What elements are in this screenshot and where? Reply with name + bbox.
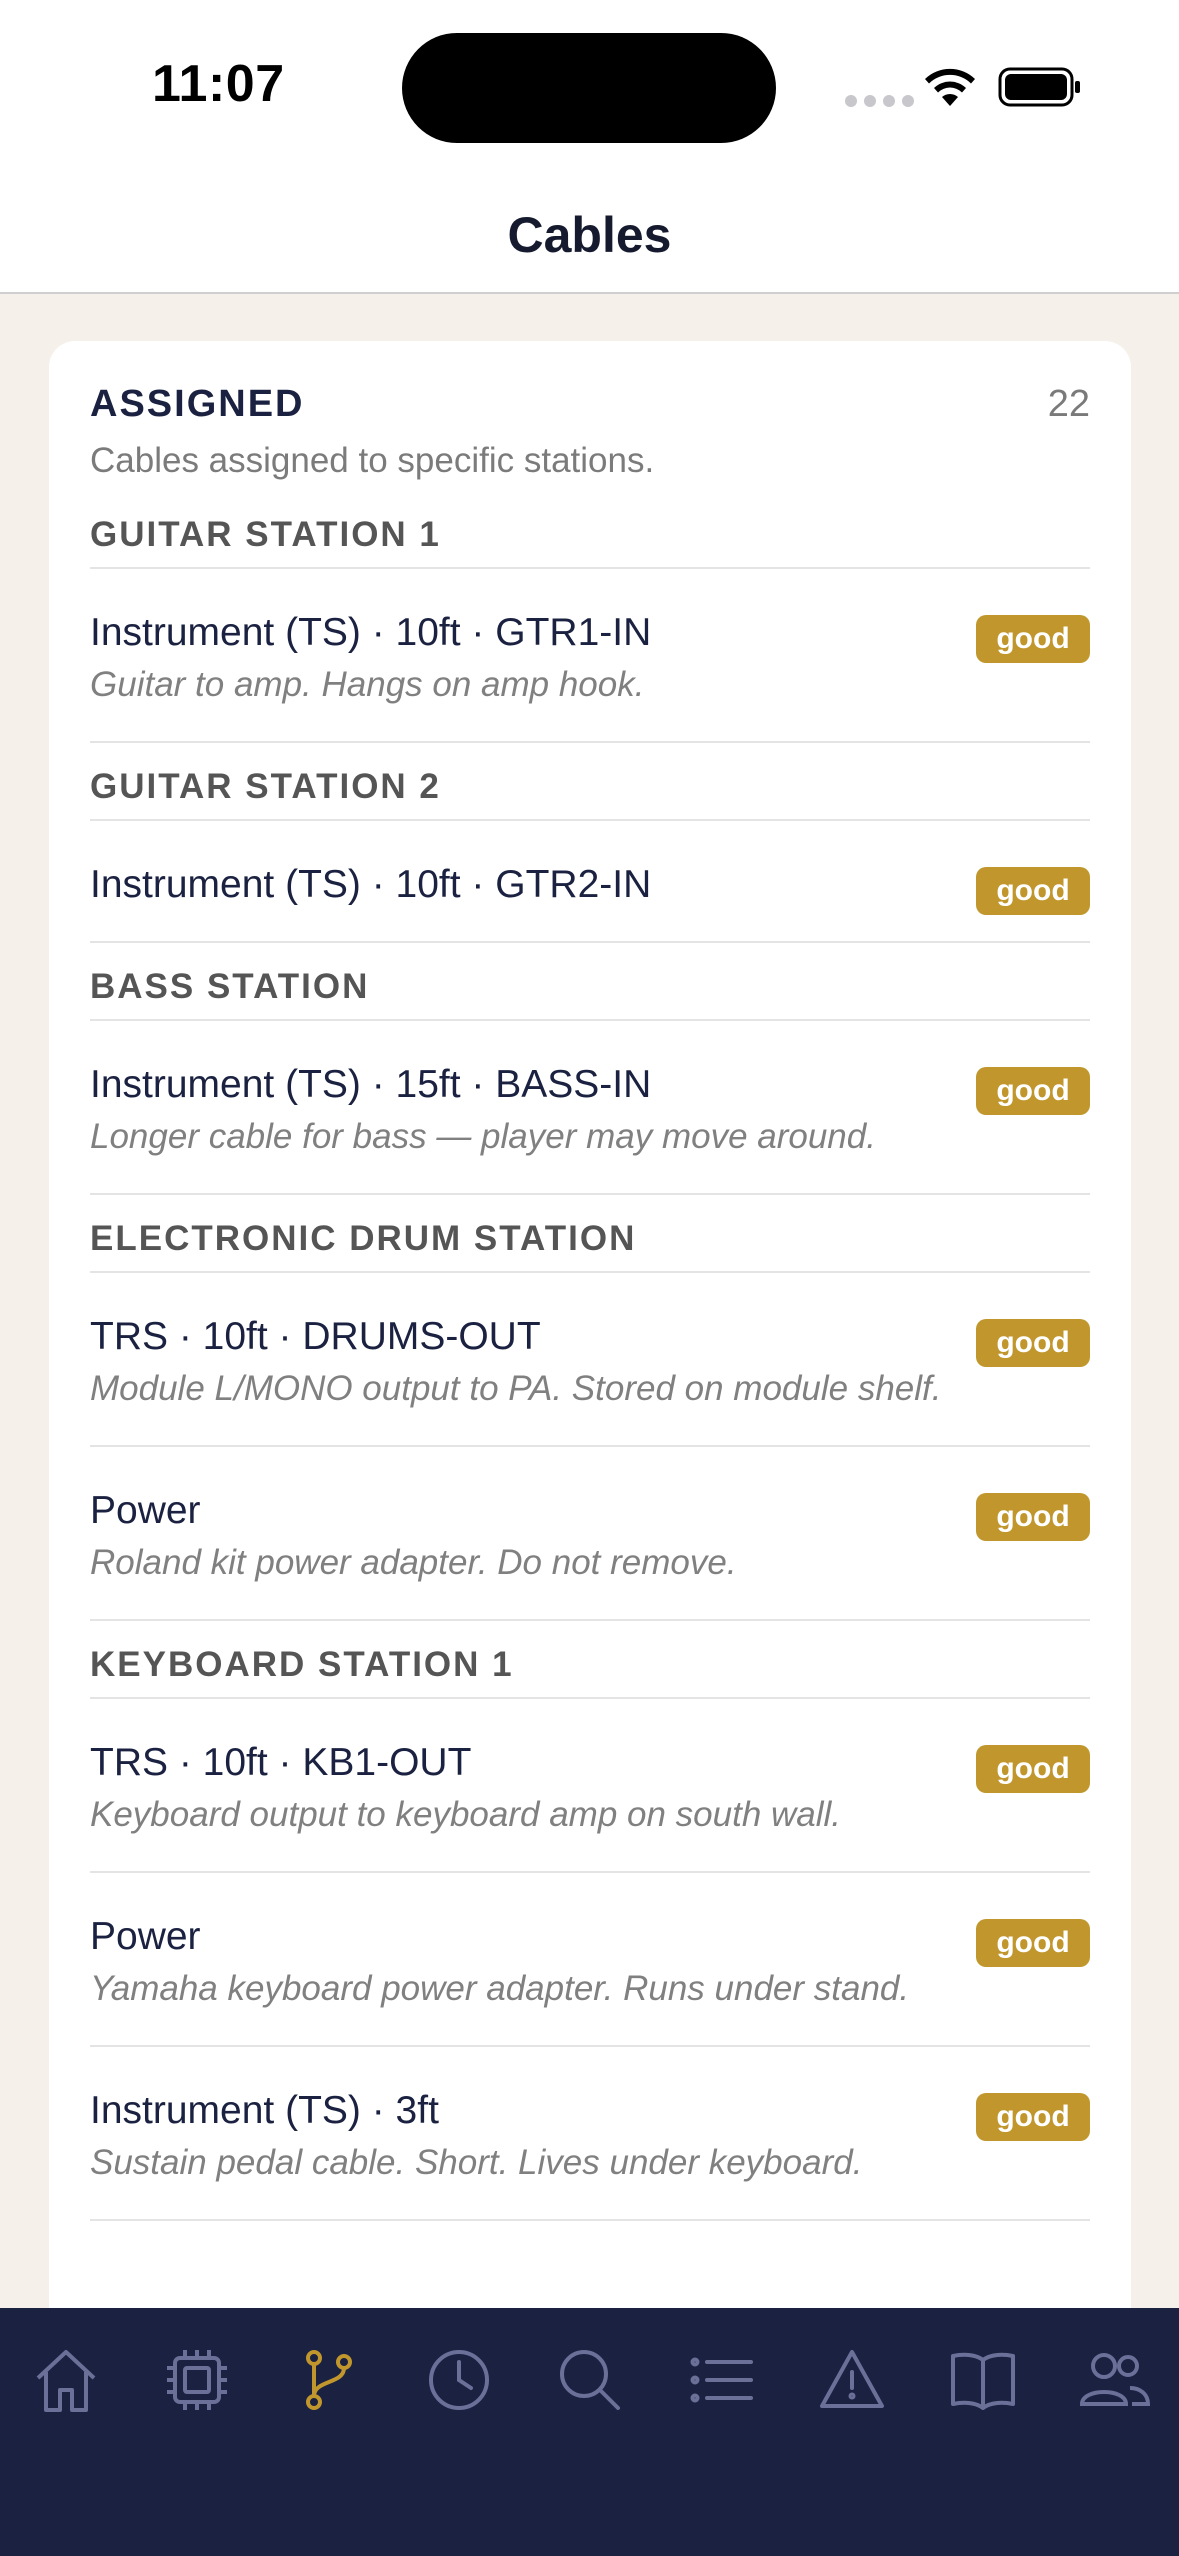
group-title: ELECTRONIC DRUM STATION <box>90 1195 1090 1273</box>
tab-cables[interactable] <box>288 2340 368 2420</box>
cable-item[interactable]: TRS · 10ft · DRUMS-OUT Module L/MONO out… <box>90 1273 1090 1447</box>
tab-list[interactable] <box>681 2340 761 2420</box>
cable-item[interactable]: Power Roland kit power adapter. Do not r… <box>90 1447 1090 1621</box>
clock-icon <box>429 2350 489 2410</box>
status-badge: good <box>976 2093 1090 2141</box>
group-title: GUITAR STATION 1 <box>90 491 1090 569</box>
tab-home[interactable] <box>26 2340 106 2420</box>
cable-title: Instrument (TS) · 10ft · GTR1-IN <box>90 611 652 654</box>
cable-note: Module L/MONO output to PA. Stored on mo… <box>90 1369 942 1408</box>
group-title: KEYBOARD STATION 1 <box>90 1621 1090 1699</box>
search-icon <box>560 2350 620 2410</box>
status-badge: good <box>976 1493 1090 1541</box>
group-title: BASS STATION <box>90 943 1090 1021</box>
people-icon <box>1079 2353 1151 2406</box>
cable-title: Power <box>90 1915 201 1958</box>
status-bar: 11:07 <box>0 0 1179 170</box>
assigned-cables-card: ASSIGNED 22 Cables assigned to specific … <box>49 341 1131 2341</box>
navigation-bar: Cables <box>0 170 1179 294</box>
page-title: Cables <box>507 207 672 263</box>
tab-people[interactable] <box>1074 2340 1154 2420</box>
section-description: Cables assigned to specific stations. <box>90 441 655 480</box>
status-time: 11:07 <box>152 55 285 113</box>
cable-title: Instrument (TS) · 15ft · BASS-IN <box>90 1063 652 1106</box>
signal-icon <box>845 95 914 107</box>
cable-item[interactable]: Instrument (TS) · 10ft · GTR2-IN good <box>90 821 1090 943</box>
cable-item[interactable]: Instrument (TS) · 15ft · BASS-IN Longer … <box>90 1021 1090 1195</box>
section-title: ASSIGNED <box>90 383 305 425</box>
status-badge: good <box>976 1919 1090 1967</box>
tab-manual[interactable] <box>943 2340 1023 2420</box>
cable-item[interactable]: Power Yamaha keyboard power adapter. Run… <box>90 1873 1090 2047</box>
branch-icon <box>306 2350 352 2410</box>
status-badge: good <box>976 615 1090 663</box>
battery-icon <box>998 67 1080 107</box>
book-icon <box>951 2352 1015 2410</box>
list-icon <box>690 2357 753 2403</box>
status-badge: good <box>976 867 1090 915</box>
group-title: GUITAR STATION 2 <box>90 743 1090 821</box>
cable-note: Keyboard output to keyboard amp on south… <box>90 1795 842 1834</box>
tab-bar <box>0 2308 1179 2556</box>
cable-item[interactable]: Instrument (TS) · 3ft Sustain pedal cabl… <box>90 2047 1090 2221</box>
tab-history[interactable] <box>419 2340 499 2420</box>
cable-note: Longer cable for bass — player may move … <box>90 1117 876 1156</box>
warning-icon <box>820 2350 884 2408</box>
wifi-icon <box>925 68 975 106</box>
cable-title: Instrument (TS) · 3ft <box>90 2089 439 2132</box>
cable-note: Yamaha keyboard power adapter. Runs unde… <box>90 1969 910 2008</box>
status-badge: good <box>976 1319 1090 1367</box>
dynamic-island <box>402 33 776 143</box>
cable-title: Instrument (TS) · 10ft · GTR2-IN <box>90 863 652 906</box>
tab-alerts[interactable] <box>812 2340 892 2420</box>
cable-title: TRS · 10ft · KB1-OUT <box>90 1741 472 1784</box>
cable-title: TRS · 10ft · DRUMS-OUT <box>90 1315 541 1358</box>
home-icon <box>36 2350 96 2412</box>
section-count: 22 <box>1047 383 1090 425</box>
status-badge: good <box>976 1745 1090 1793</box>
cable-note: Roland kit power adapter. Do not remove. <box>90 1543 737 1582</box>
chip-icon <box>167 2350 227 2410</box>
status-badge: good <box>976 1067 1090 1115</box>
cable-note: Sustain pedal cable. Short. Lives under … <box>90 2143 863 2182</box>
tab-search[interactable] <box>550 2340 630 2420</box>
section-header: ASSIGNED 22 Cables assigned to specific … <box>90 341 1090 491</box>
cable-note: Guitar to amp. Hangs on amp hook. <box>90 665 645 704</box>
cable-item[interactable]: Instrument (TS) · 10ft · GTR1-IN Guitar … <box>90 569 1090 743</box>
cable-item[interactable]: TRS · 10ft · KB1-OUT Keyboard output to … <box>90 1699 1090 1873</box>
cable-title: Power <box>90 1489 201 1532</box>
tab-devices[interactable] <box>157 2340 237 2420</box>
